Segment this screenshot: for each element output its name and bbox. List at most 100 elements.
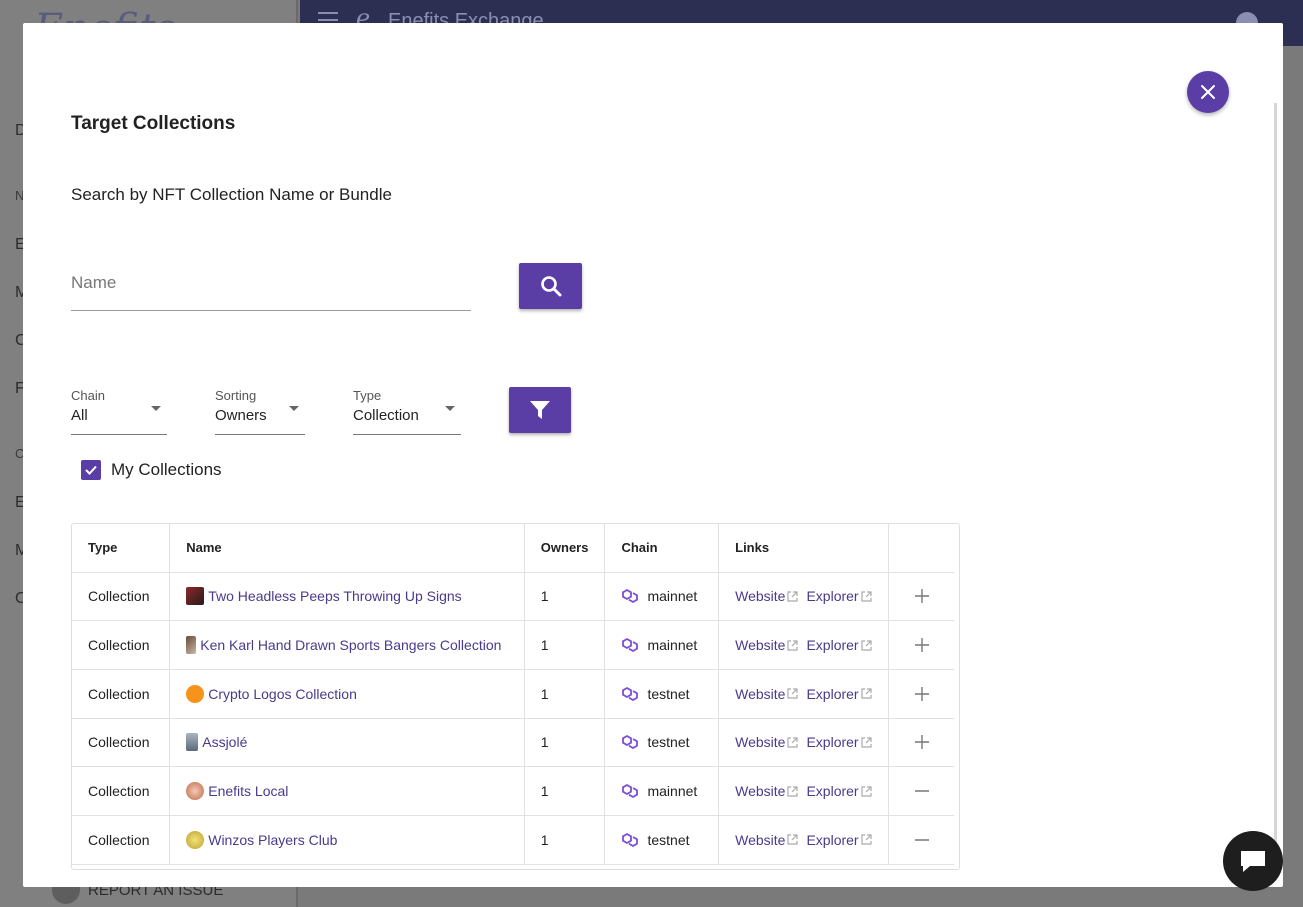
collection-name-link[interactable]: Crypto Logos Collection (208, 686, 357, 702)
type-cell: Collection (72, 620, 171, 670)
chain-cell-wrap: testnet (604, 718, 720, 768)
type-cell: Collection (72, 766, 171, 816)
owners-cell: 1 (524, 718, 606, 768)
links-cell-wrap: Website Explorer (718, 572, 890, 622)
collection-thumbnail (186, 587, 205, 606)
website-link[interactable]: Website (735, 832, 785, 848)
chain-icon (622, 784, 639, 799)
filter-button[interactable] (509, 387, 571, 433)
chain-cell-wrap: mainnet (604, 620, 720, 670)
external-link-icon (787, 785, 799, 797)
search-button[interactable] (519, 263, 582, 309)
chain-icon (622, 832, 639, 847)
table-header-row: Type Name Owners Chain Links (72, 524, 954, 573)
chain-cell: mainnet (621, 783, 702, 799)
sorting-select[interactable]: Sorting Owners (215, 388, 305, 435)
filter-icon (530, 401, 550, 419)
checkbox-checked-icon[interactable] (81, 460, 101, 480)
chain-name: testnet (647, 734, 690, 751)
collection-name-link[interactable]: Enefits Local (208, 783, 288, 799)
chain-name: testnet (647, 831, 690, 848)
column-header-name: Name (169, 524, 525, 573)
name-field (71, 263, 471, 311)
close-button[interactable] (1187, 71, 1229, 113)
remove-collection-button[interactable] (910, 828, 934, 852)
sorting-select-label: Sorting (215, 388, 257, 403)
action-cell (888, 815, 954, 865)
my-collections-checkbox[interactable]: My Collections (81, 460, 222, 480)
explorer-link[interactable]: Explorer (806, 637, 858, 653)
add-icon (914, 686, 929, 701)
website-link-wrap: Website (735, 637, 799, 653)
type-select[interactable]: Type Collection (353, 388, 461, 435)
chain-name: mainnet (647, 783, 698, 800)
remove-icon (914, 839, 929, 841)
external-link-icon (787, 834, 799, 845)
name-cell: Assjolé (186, 733, 508, 752)
collection-name-link[interactable]: Assjolé (202, 734, 247, 750)
table-row: Collection Winzos Players Club 1 testnet Web… (72, 815, 954, 865)
website-link[interactable]: Website (735, 783, 785, 799)
remove-collection-button[interactable] (910, 779, 934, 803)
chain-name: testnet (647, 685, 690, 702)
links-cell: Website Explorer (735, 588, 872, 604)
links-cell: Website Explorer (735, 686, 872, 702)
collection-name-link[interactable]: Ken Karl Hand Drawn Sports Bangers Colle… (200, 637, 501, 653)
links-cell: Website Explorer (735, 637, 872, 653)
name-cell: Crypto Logos Collection (186, 684, 508, 703)
external-link-icon (787, 639, 799, 651)
website-link-wrap: Website (735, 734, 799, 750)
chain-cell: testnet (621, 686, 702, 702)
collection-name-link[interactable]: Winzos Players Club (208, 832, 337, 848)
column-header-owners: Owners (524, 524, 606, 573)
column-header-action (888, 524, 954, 573)
name-search-input[interactable] (71, 263, 471, 293)
add-icon (914, 638, 929, 653)
add-collection-button[interactable] (910, 730, 934, 754)
explorer-link[interactable]: Explorer (806, 686, 858, 702)
type-select-label: Type (353, 388, 382, 403)
type-cell: Collection (72, 669, 171, 719)
website-link[interactable]: Website (735, 588, 785, 604)
chain-select[interactable]: Chain All (71, 388, 167, 435)
external-link-icon (860, 639, 872, 651)
add-collection-button[interactable] (910, 584, 934, 608)
add-icon (914, 589, 929, 604)
chevron-down-icon (151, 406, 161, 411)
explorer-link[interactable]: Explorer (806, 588, 858, 604)
external-link-icon (787, 688, 799, 699)
external-link-icon (787, 737, 799, 748)
links-cell-wrap: Website Explorer (718, 815, 890, 865)
chain-cell-wrap: testnet (604, 669, 720, 719)
name-cell: Ken Karl Hand Drawn Sports Bangers Colle… (186, 636, 508, 655)
add-collection-button[interactable] (910, 633, 934, 657)
name-cell: Two Headless Peeps Throwing Up Signs (186, 587, 508, 606)
search-icon (540, 276, 561, 297)
explorer-link[interactable]: Explorer (806, 783, 858, 799)
website-link-wrap: Website (735, 783, 799, 799)
links-cell-wrap: Website Explorer (718, 669, 890, 719)
search-label: Search by NFT Collection Name or Bundle (71, 185, 392, 204)
dialog-scrollbar[interactable] (1274, 103, 1277, 843)
collection-name-link[interactable]: Two Headless Peeps Throwing Up Signs (208, 588, 461, 604)
chain-cell: testnet (621, 832, 702, 848)
add-collection-button[interactable] (910, 682, 934, 706)
column-header-chain: Chain (604, 524, 720, 573)
website-link[interactable]: Website (735, 734, 785, 750)
table-row: Collection Two Headless Peeps Throwing Up… (72, 572, 954, 622)
links-cell: Website Explorer (735, 783, 872, 799)
explorer-link[interactable]: Explorer (806, 832, 858, 848)
explorer-link-wrap: Explorer (806, 783, 872, 799)
explorer-link[interactable]: Explorer (806, 734, 858, 750)
external-link-icon (860, 737, 872, 748)
chat-button[interactable] (1223, 831, 1283, 891)
action-cell (888, 669, 954, 719)
chain-name: mainnet (647, 637, 698, 654)
action-cell (888, 572, 954, 622)
owners-cell: 1 (524, 766, 606, 816)
website-link[interactable]: Website (735, 686, 785, 702)
external-link-icon (860, 591, 872, 602)
external-link-icon (860, 785, 872, 797)
website-link[interactable]: Website (735, 637, 785, 653)
column-header-type: Type (72, 524, 171, 573)
